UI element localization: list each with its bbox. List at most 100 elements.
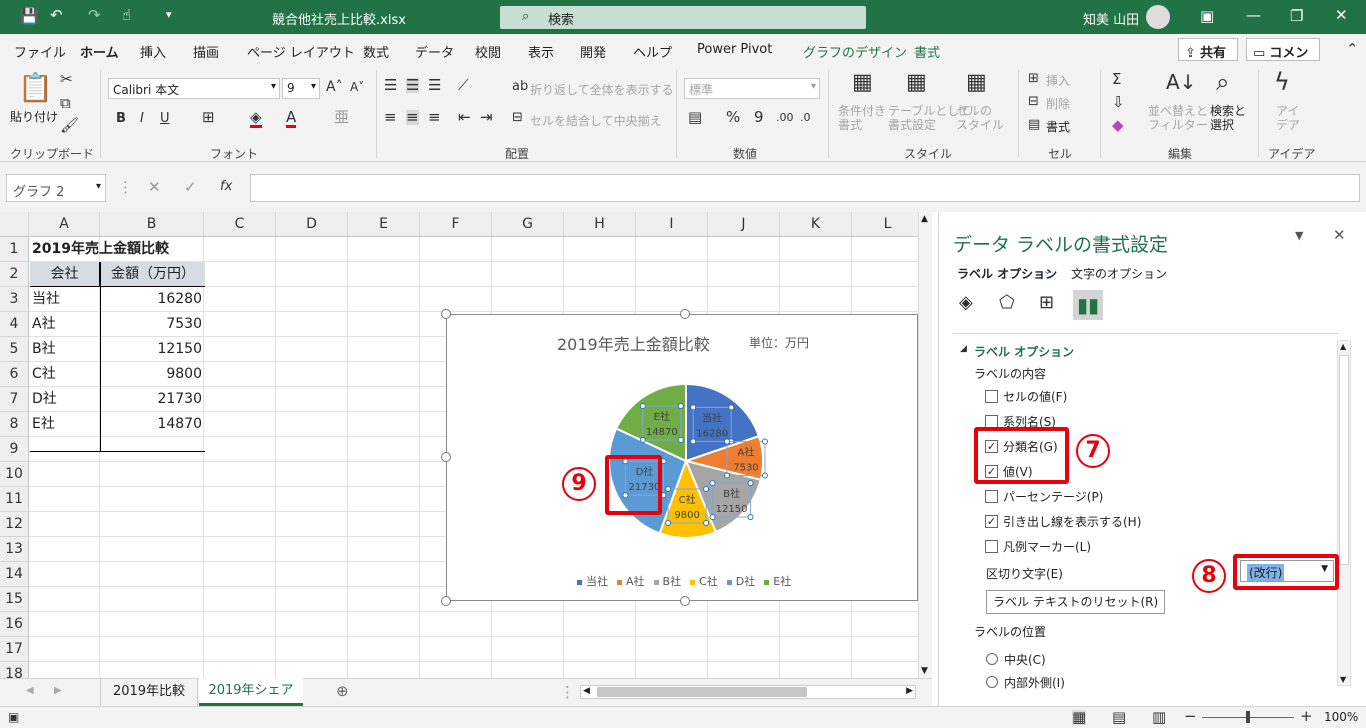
paste-label[interactable]: 貼り付け — [10, 108, 58, 125]
align-center-icon[interactable]: ≡ — [406, 110, 419, 125]
checkbox[interactable] — [985, 540, 998, 553]
column-header[interactable]: I — [636, 212, 708, 237]
label-handle[interactable] — [677, 437, 684, 444]
label-handle[interactable] — [665, 485, 672, 492]
legend-item[interactable]: A社 — [617, 575, 645, 588]
reset-label-text-button[interactable]: ラベル テキストのリセット(R) — [986, 590, 1166, 614]
resize-handle[interactable] — [441, 309, 451, 319]
data-label-category[interactable]: 当社 — [702, 411, 722, 424]
label-handle[interactable] — [690, 438, 697, 445]
label-handle[interactable] — [709, 514, 716, 521]
chevron-down-icon[interactable]: ⌄ — [1043, 265, 1052, 276]
format-painter-icon[interactable]: 🖌 — [60, 118, 79, 133]
tab-home[interactable]: ホーム — [80, 42, 119, 66]
row-header[interactable]: 9 — [0, 437, 29, 462]
effects-icon[interactable]: ⬠ — [999, 294, 1015, 312]
row-header[interactable]: 16 — [0, 612, 29, 637]
legend-item[interactable]: 当社 — [577, 575, 608, 588]
save-icon[interactable]: 💾 — [20, 9, 39, 24]
horizontal-scrollbar[interactable]: ◀ ▶ — [580, 685, 916, 699]
align-middle-icon[interactable]: ☰ — [406, 78, 420, 93]
indent-decrease-icon[interactable]: ⇤ — [458, 110, 471, 125]
radio-inside-end[interactable] — [986, 676, 998, 688]
font-name-select[interactable]: Calibri 本文 ▾ — [108, 78, 280, 99]
row-header[interactable]: 18 — [0, 662, 29, 678]
label-handle[interactable] — [639, 437, 646, 444]
column-header[interactable]: L — [852, 212, 924, 237]
checkbox[interactable] — [985, 390, 998, 403]
tab-formulas[interactable]: 数式 — [363, 42, 389, 61]
row-header[interactable]: 14 — [0, 562, 29, 587]
phonetic-icon[interactable]: 亜 — [334, 110, 349, 125]
data-label-value[interactable]: 14870 — [646, 427, 678, 438]
label-handle[interactable] — [723, 438, 730, 445]
next-sheet-icon[interactable]: ▶ — [54, 686, 62, 696]
align-bottom-icon[interactable]: ☰ — [428, 78, 441, 93]
label-handle[interactable] — [703, 485, 710, 492]
label-handle[interactable] — [747, 514, 754, 521]
label-handle[interactable] — [747, 480, 754, 487]
tab-developer[interactable]: 開発 — [580, 42, 606, 61]
label-handle[interactable] — [690, 404, 697, 411]
font-size-select[interactable]: 9 ▾ — [282, 78, 320, 99]
minimize-icon[interactable]: — — [1246, 8, 1261, 23]
align-top-icon[interactable]: ☰ — [384, 78, 397, 93]
currency-icon[interactable]: ▤ — [688, 110, 702, 125]
cell-amount[interactable]: 16280 — [101, 287, 202, 312]
wrap-text-button[interactable]: 折り返して全体を表示する — [530, 81, 674, 98]
section-label-options[interactable]: ラベル オプション — [974, 343, 1074, 360]
clear-icon[interactable]: ◆ — [1112, 118, 1124, 133]
page-layout-view-icon[interactable]: ▤ — [1112, 710, 1126, 725]
row-header[interactable]: 2 — [0, 262, 29, 287]
cancel-icon[interactable]: ✕ — [148, 180, 161, 195]
legend-item[interactable]: D社 — [726, 575, 755, 588]
ribbon-display-icon[interactable]: ▣ — [1200, 9, 1214, 24]
insert-cells-button[interactable]: 挿入 — [1046, 72, 1070, 89]
bold-icon[interactable]: B — [116, 112, 126, 125]
data-label-category[interactable]: C社 — [679, 493, 696, 506]
checkbox[interactable] — [985, 490, 998, 503]
legend-item[interactable]: E社 — [764, 575, 791, 588]
tab-file[interactable]: ファイル — [14, 42, 66, 61]
border-icon[interactable]: ⊞ — [202, 110, 215, 125]
undo-icon[interactable]: ↶ — [50, 8, 63, 23]
label-handle[interactable] — [703, 519, 710, 526]
row-header[interactable]: 10 — [0, 462, 29, 487]
label-handle[interactable] — [728, 404, 735, 411]
tab-format[interactable]: 書式 — [914, 42, 940, 61]
tab-view[interactable]: 表示 — [528, 42, 554, 61]
fill-color-icon[interactable]: ◈ — [250, 110, 262, 128]
enter-icon[interactable]: ✓ — [184, 180, 197, 195]
close-icon[interactable]: ✕ — [1335, 8, 1348, 23]
row-header[interactable]: 12 — [0, 512, 29, 537]
select-all[interactable] — [0, 212, 29, 237]
column-header[interactable]: K — [780, 212, 852, 237]
data-label-value[interactable]: 9800 — [674, 510, 699, 521]
label-handle[interactable] — [665, 519, 672, 526]
comment-button[interactable]: ▭ コメント — [1246, 38, 1320, 80]
share-button[interactable]: ⇪ 共有 — [1178, 38, 1238, 61]
cell-company[interactable]: E社 — [32, 412, 98, 437]
tab-data[interactable]: データ — [415, 42, 454, 61]
legend-item[interactable]: C社 — [690, 575, 718, 588]
tab-draw[interactable]: 描画 — [193, 42, 219, 61]
size-properties-icon[interactable]: ⊞ — [1039, 294, 1054, 312]
row-header[interactable]: 15 — [0, 587, 29, 612]
restore-icon[interactable]: ❐ — [1290, 9, 1303, 24]
orientation-icon[interactable]: ⟋ — [458, 78, 469, 93]
touch-mode-icon[interactable]: ☝ — [122, 8, 131, 23]
checkbox-label[interactable]: セルの値(F) — [1003, 388, 1067, 405]
customize-qat-icon[interactable]: ▾ — [166, 9, 172, 20]
formula-input[interactable] — [250, 174, 1360, 202]
checkbox-label[interactable]: 引き出し線を表示する(H) — [1003, 513, 1141, 530]
column-header[interactable]: D — [276, 212, 348, 237]
data-label-value[interactable]: 12150 — [716, 504, 748, 515]
align-left-icon[interactable]: ≡ — [384, 110, 397, 125]
sheet-tab-2019-compare[interactable]: 2019年比較 — [100, 679, 198, 706]
decimal-decrease-icon[interactable]: .0 — [800, 112, 811, 123]
tab-review[interactable]: 校閲 — [475, 42, 501, 61]
cell-company[interactable]: A社 — [32, 312, 98, 337]
checkbox-label[interactable]: 凡例マーカー(L) — [1003, 538, 1091, 555]
delete-cells-button[interactable]: 削除 — [1046, 95, 1070, 112]
column-header[interactable]: B — [100, 212, 204, 237]
